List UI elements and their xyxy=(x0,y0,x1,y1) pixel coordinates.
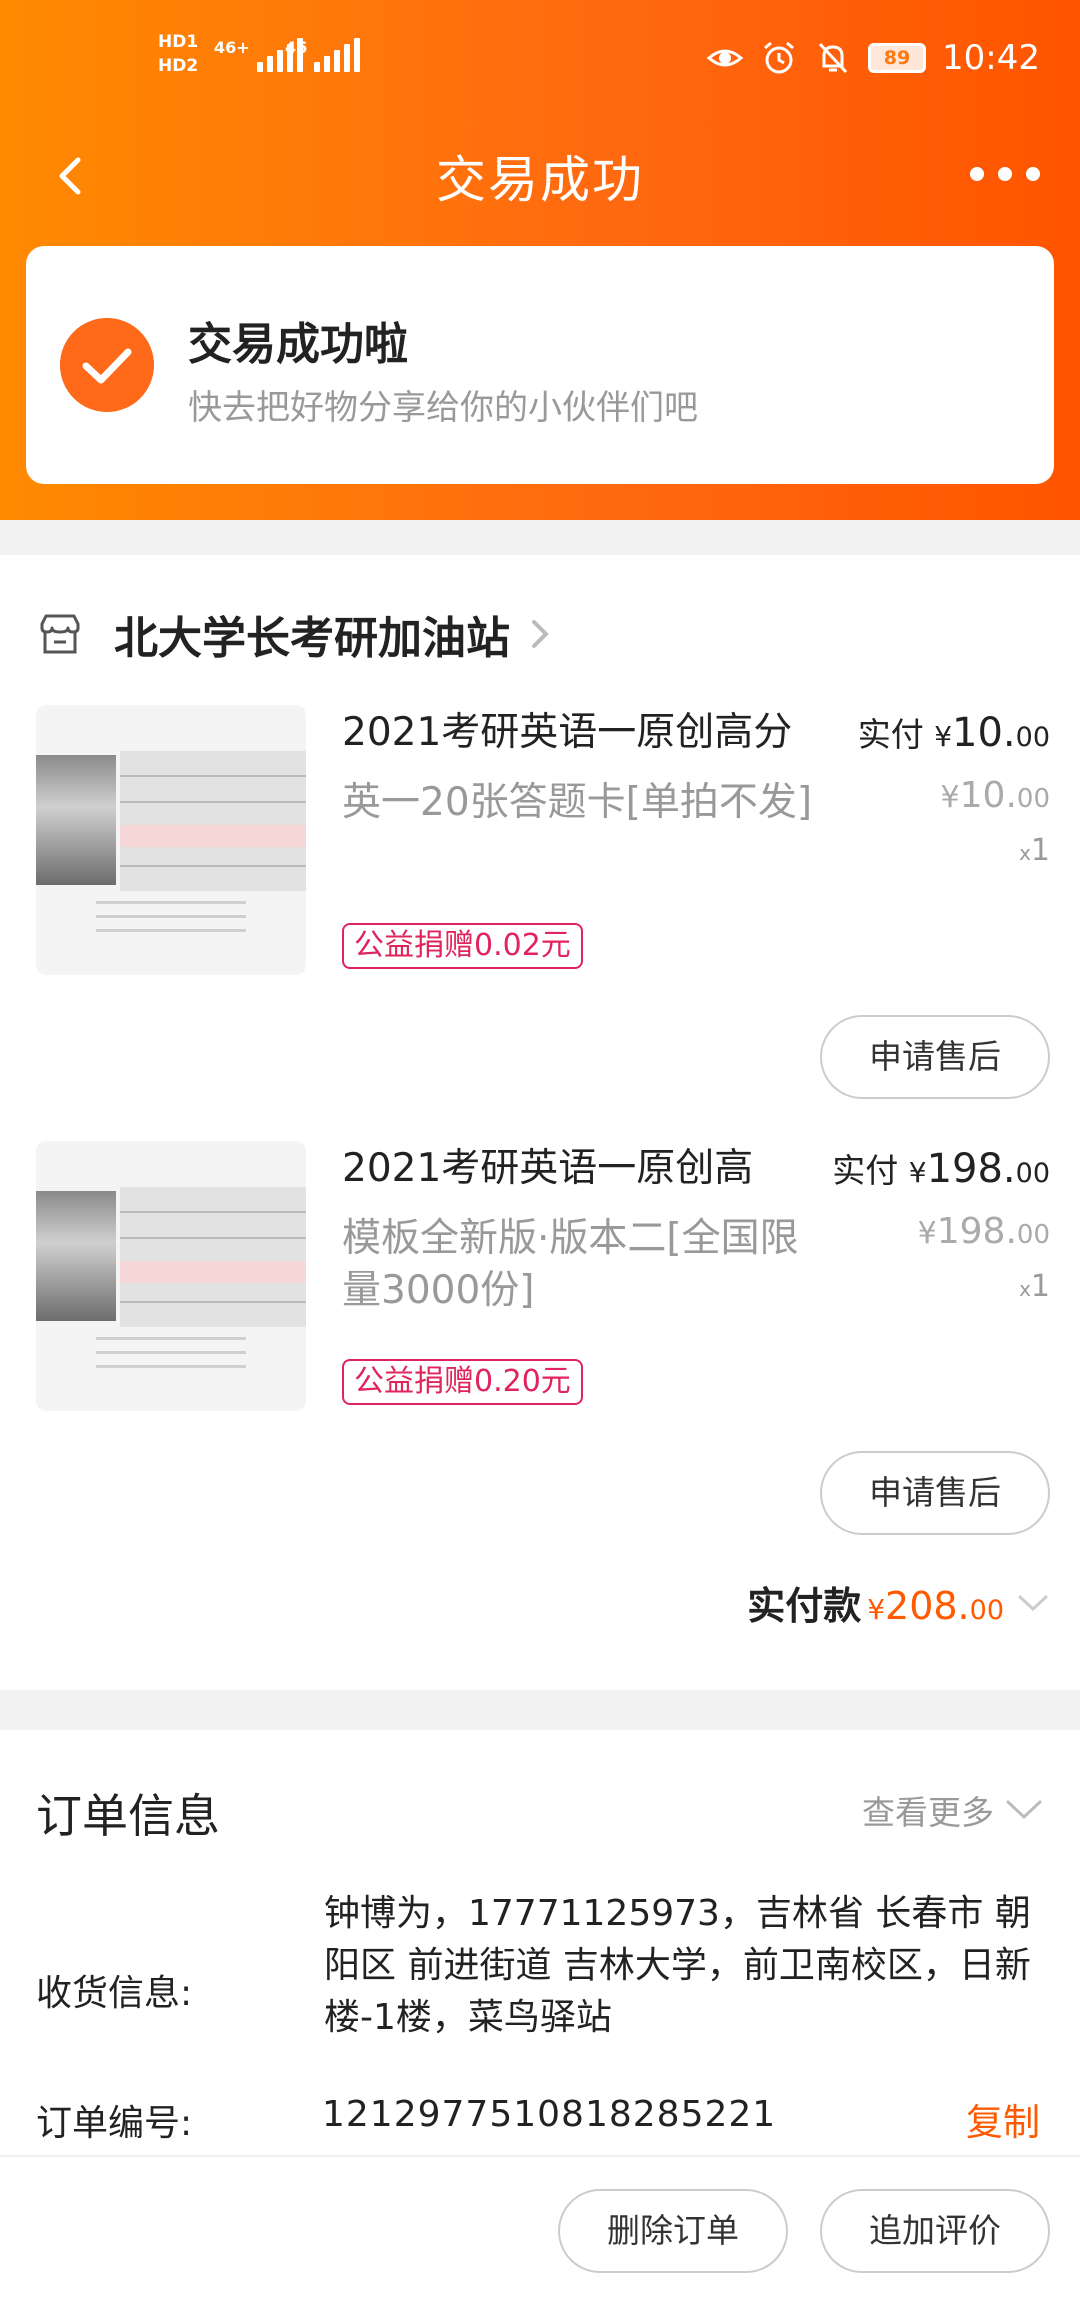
product-item[interactable]: 2021考研英语一原创高 模板全新版·版本二[全国限量3000份] 公益捐赠0.… xyxy=(0,1141,1080,1581)
delete-order-button[interactable]: 删除订单 xyxy=(558,2189,788,2273)
order-number-label: 订单编号: xyxy=(36,2103,193,2144)
status-bar: HD1 HD2 46+ 46 89 10:42 xyxy=(0,0,1080,130)
total-amount-decimal: 00 xyxy=(969,1595,1004,1626)
chevron-down-icon xyxy=(1018,1595,1048,1611)
address-value: 钟博为，17771125973，吉林省 长春市 朝阳区 前进街道 吉林大学，前卫… xyxy=(324,1893,1031,2038)
status-time: 10:42 xyxy=(942,38,1040,78)
more-dots-icon[interactable] xyxy=(970,156,1040,192)
signal1-label: 46+ xyxy=(214,38,250,57)
product-title: 2021考研英语一原创高 xyxy=(342,1146,754,1191)
order-number: 1212977510818285221 xyxy=(322,2094,777,2135)
product-thumbnail[interactable] xyxy=(36,705,306,975)
signal2-icon: 46 xyxy=(285,38,361,72)
copy-button[interactable]: 复制 xyxy=(966,2092,1040,2146)
battery-indicator: 89 xyxy=(868,43,927,73)
success-subtitle: 快去把好物分享给你的小伙伴们吧 xyxy=(188,388,698,428)
quantity: x1 xyxy=(1019,833,1050,868)
status-right: 89 10:42 xyxy=(706,38,1040,78)
shop-icon xyxy=(40,614,80,654)
price-column: 实付 ¥10.00 ¥10.00 x1 xyxy=(858,705,1050,875)
total-label: 实付款 xyxy=(747,1584,862,1628)
original-price: ¥10.00 xyxy=(940,775,1050,816)
success-card: 交易成功啦 快去把好物分享给你的小伙伴们吧 xyxy=(26,246,1054,484)
product-thumbnail[interactable] xyxy=(36,1141,306,1411)
sim2-label: HD2 xyxy=(158,56,199,76)
alarm-icon xyxy=(764,41,794,74)
product-subtitle: 模板全新版·版本二[全国限量3000份] xyxy=(342,1216,799,1313)
header: HD1 HD2 46+ 46 89 10:42 交易成功 交易成功啦 快去把好物… xyxy=(0,0,1080,520)
paid-price: 实付 ¥198.00 xyxy=(832,1146,1050,1192)
bottom-action-bar: 删除订单 追加评价 xyxy=(0,2155,1080,2310)
order-info-title: 订单信息 xyxy=(36,1789,220,1843)
paid-price: 实付 ¥10.00 xyxy=(857,710,1050,756)
add-review-button[interactable]: 追加评价 xyxy=(820,2189,1050,2273)
sim-indicators: HD1 HD2 xyxy=(158,30,198,78)
check-circle-icon xyxy=(60,318,154,412)
eye-icon xyxy=(706,49,744,67)
chevron-down-icon xyxy=(1006,1800,1042,1820)
signal2-label: 46 xyxy=(285,38,308,57)
donation-badge: 公益捐赠0.02元 xyxy=(342,923,583,969)
chevron-right-icon xyxy=(532,620,549,648)
after-sale-button[interactable]: 申请售后 xyxy=(820,1451,1050,1535)
product-item[interactable]: 2021考研英语一原创高分 英一20张答题卡[单拍不发] 公益捐赠0.02元 实… xyxy=(0,705,1080,1145)
product-title: 2021考研英语一原创高分 xyxy=(342,710,793,755)
donation-badge: 公益捐赠0.20元 xyxy=(342,1359,583,1405)
quantity: x1 xyxy=(1019,1269,1050,1304)
view-more-label: 查看更多 xyxy=(862,1793,994,1832)
price-column: 实付 ¥198.00 ¥198.00 x1 xyxy=(832,1141,1050,1311)
view-more-link[interactable]: 查看更多 xyxy=(862,1786,1044,1834)
sim1-label: HD1 xyxy=(158,32,199,52)
shop-link[interactable]: 北大学长考研加油站 xyxy=(36,599,554,669)
product-subtitle: 英一20张答题卡[单拍不发] xyxy=(342,780,813,825)
original-price: ¥198.00 xyxy=(917,1211,1050,1252)
total-amount: 208. xyxy=(885,1584,970,1628)
total-payment[interactable]: 实付款 ¥ 208. 00 xyxy=(747,1575,1050,1630)
success-title: 交易成功啦 xyxy=(188,319,408,370)
total-currency: ¥ xyxy=(867,1593,886,1626)
mute-bell-icon xyxy=(818,42,848,74)
order-items-card: 北大学长考研加油站 2021考研英语一原创高分 英一20张答题卡[单拍不发] 公… xyxy=(0,555,1080,1690)
address-label: 收货信息: xyxy=(36,1973,193,2014)
after-sale-button[interactable]: 申请售后 xyxy=(820,1015,1050,1099)
page-title: 交易成功 xyxy=(436,151,644,209)
shop-name: 北大学长考研加油站 xyxy=(114,613,510,664)
